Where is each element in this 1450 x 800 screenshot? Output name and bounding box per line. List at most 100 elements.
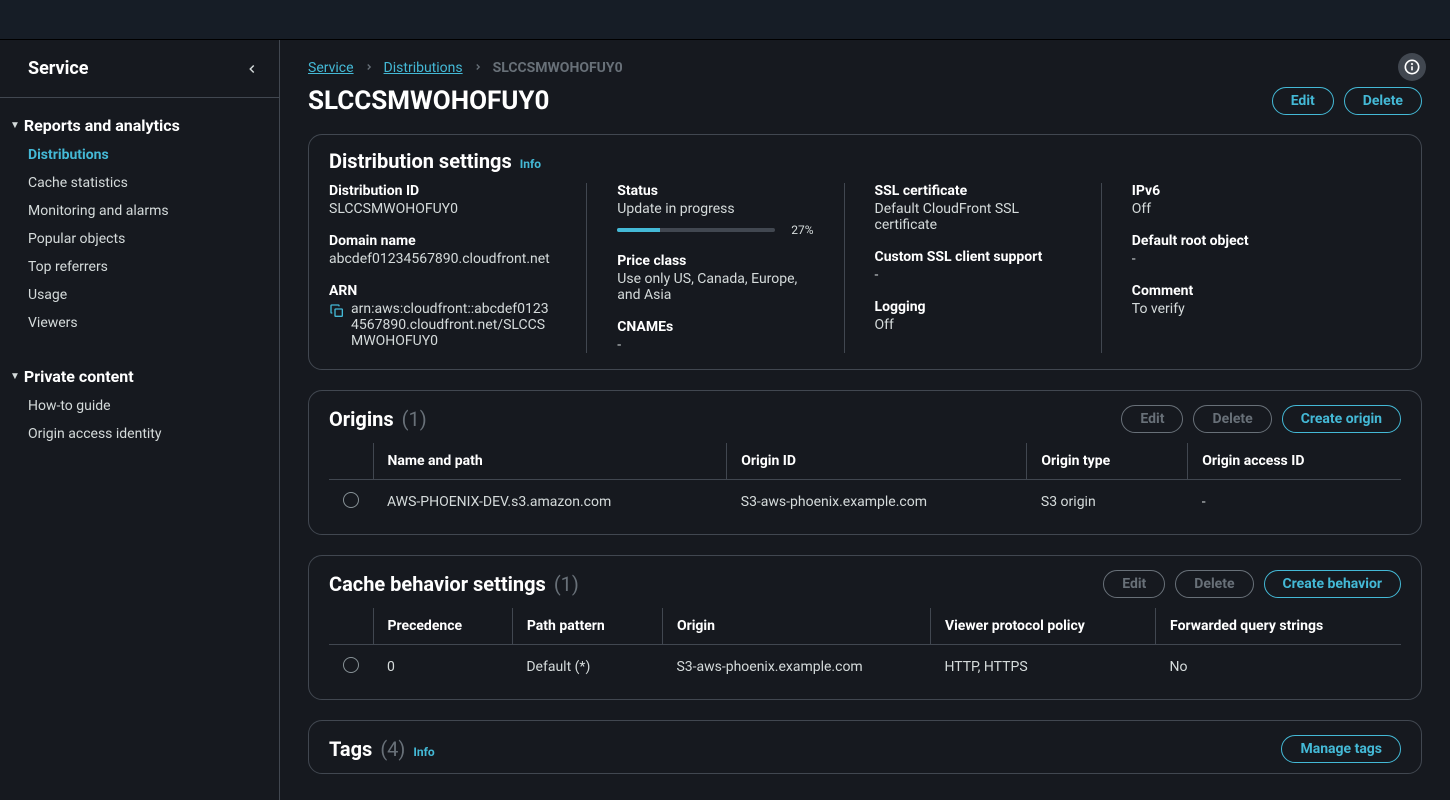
origins-delete-button[interactable]: Delete — [1193, 405, 1271, 433]
field-label: SSL certificate — [875, 183, 1071, 199]
th-viewer-policy: Viewer protocol policy — [930, 608, 1155, 645]
chevron-left-icon[interactable] — [245, 62, 259, 76]
panel-title-text: Origins — [329, 407, 394, 431]
sidebar-item-origin-access-identity[interactable]: Origin access identity — [0, 420, 279, 448]
cell-origin-type: S3 origin — [1027, 480, 1188, 525]
main-content: Service Distributions SLCCSMWOHOFUY0 SLC… — [280, 40, 1450, 800]
table-row[interactable]: 0 Default (*) S3-aws-phoenix.example.com… — [329, 645, 1401, 690]
logging-value: Off — [875, 317, 1071, 333]
breadcrumb-current: SLCCSMWOHOFUY0 — [493, 60, 623, 76]
field-label: Domain name — [329, 233, 556, 249]
sidebar-section-private: ▼ Private content How-to guide Origin ac… — [0, 349, 279, 460]
progress-bar — [617, 228, 775, 232]
info-icon[interactable] — [1398, 53, 1426, 81]
th-origin-type: Origin type — [1027, 443, 1188, 480]
panel-count: (1) — [554, 572, 579, 596]
sidebar-item-distributions[interactable]: Distributions — [0, 141, 279, 169]
breadcrumb-link-service[interactable]: Service — [308, 60, 354, 76]
info-link[interactable]: Info — [520, 157, 541, 171]
field-label: Price class — [617, 253, 813, 269]
sidebar-section-reports: ▼ Reports and analytics Distributions Ca… — [0, 98, 279, 349]
comment-value: To verify — [1132, 301, 1371, 317]
tags-panel: Tags (4) Info Manage tags — [308, 720, 1422, 774]
cache-delete-button[interactable]: Delete — [1175, 570, 1253, 598]
origins-panel: Origins (1) Edit Delete Create origin Na… — [308, 390, 1422, 535]
field-label: Status — [617, 183, 813, 199]
th-path-pattern: Path pattern — [512, 608, 662, 645]
cell-fwd: No — [1156, 645, 1401, 690]
field-label: Custom SSL client support — [875, 249, 1071, 265]
sidebar-section-header-private[interactable]: ▼ Private content — [0, 361, 279, 392]
panel-title-text: Tags — [329, 737, 372, 761]
th-origin: Origin — [662, 608, 930, 645]
panel-title: Cache behavior settings (1) — [329, 572, 579, 596]
cache-edit-button[interactable]: Edit — [1103, 570, 1165, 598]
th-precedence: Precedence — [373, 608, 512, 645]
ipv6-value: Off — [1132, 201, 1371, 217]
progress-percent: 27% — [791, 223, 813, 237]
page-title: SLCCSMWOHOFUY0 — [308, 86, 549, 116]
cell-name: AWS-PHOENIX-DEV.s3.amazon.com — [373, 480, 727, 525]
cache-table: Precedence Path pattern Origin Viewer pr… — [329, 608, 1401, 689]
sidebar-item-popular-objects[interactable]: Popular objects — [0, 225, 279, 253]
field-label: IPv6 — [1132, 183, 1371, 199]
radio-select[interactable] — [343, 657, 359, 673]
page-header: SLCCSMWOHOFUY0 Edit Delete — [308, 86, 1422, 116]
panel-title: Origins (1) — [329, 407, 427, 431]
th-fwd-query: Forwarded query strings — [1156, 608, 1401, 645]
th-name-path: Name and path — [373, 443, 727, 480]
sidebar-item-usage[interactable]: Usage — [0, 281, 279, 309]
sidebar-item-monitoring[interactable]: Monitoring and alarms — [0, 197, 279, 225]
create-origin-button[interactable]: Create origin — [1282, 405, 1401, 433]
arn-value: arn:aws:cloudfront::abcdef01234567890.cl… — [351, 301, 556, 349]
panel-title: Tags (4) Info — [329, 737, 435, 761]
panel-title-text: Distribution settings — [329, 149, 512, 173]
edit-button[interactable]: Edit — [1272, 87, 1334, 115]
sidebar-title: Service — [28, 58, 89, 79]
domain-name-value: abcdef01234567890.cloudfront.net — [329, 251, 556, 267]
panel-title: Distribution settings Info — [329, 149, 541, 173]
manage-tags-button[interactable]: Manage tags — [1281, 735, 1401, 763]
panel-count: (4) — [380, 737, 405, 761]
distribution-settings-panel: Distribution settings Info Distribution … — [308, 134, 1422, 370]
price-class-value: Use only US, Canada, Europe, and Asia — [617, 271, 813, 303]
sidebar-item-how-to-guide[interactable]: How-to guide — [0, 392, 279, 420]
field-label: Logging — [875, 299, 1071, 315]
cnames-value: - — [617, 337, 813, 353]
sidebar-item-viewers[interactable]: Viewers — [0, 309, 279, 337]
copy-icon[interactable] — [329, 303, 345, 319]
breadcrumb-link-distributions[interactable]: Distributions — [384, 60, 463, 76]
cache-behavior-panel: Cache behavior settings (1) Edit Delete … — [308, 555, 1422, 700]
chevron-right-icon — [473, 61, 483, 75]
sidebar-section-label: Private content — [24, 367, 134, 386]
origins-edit-button[interactable]: Edit — [1121, 405, 1183, 433]
caret-down-icon: ▼ — [10, 371, 20, 382]
custom-ssl-value: - — [875, 267, 1071, 283]
cell-pattern: Default (*) — [512, 645, 662, 690]
sidebar-section-label: Reports and analytics — [24, 116, 180, 135]
ssl-value: Default CloudFront SSL certificate — [875, 201, 1071, 233]
caret-down-icon: ▼ — [10, 120, 20, 131]
radio-select[interactable] — [343, 492, 359, 508]
table-row[interactable]: AWS-PHOENIX-DEV.s3.amazon.com S3-aws-pho… — [329, 480, 1401, 525]
sidebar-item-cache-statistics[interactable]: Cache statistics — [0, 169, 279, 197]
cell-origin-id: S3-aws-phoenix.example.com — [727, 480, 1027, 525]
delete-button[interactable]: Delete — [1344, 87, 1422, 115]
cell-precedence: 0 — [373, 645, 512, 690]
info-link[interactable]: Info — [413, 745, 434, 759]
create-behavior-button[interactable]: Create behavior — [1264, 570, 1401, 598]
breadcrumb: Service Distributions SLCCSMWOHOFUY0 — [308, 60, 1422, 76]
sidebar-section-header-reports[interactable]: ▼ Reports and analytics — [0, 110, 279, 141]
status-value: Update in progress — [617, 201, 813, 217]
field-label: ARN — [329, 283, 556, 299]
field-label: CNAMEs — [617, 319, 813, 335]
field-label: Comment — [1132, 283, 1371, 299]
sidebar: Service ▼ Reports and analytics Distribu… — [0, 40, 280, 800]
sidebar-item-top-referrers[interactable]: Top referrers — [0, 253, 279, 281]
field-label: Default root object — [1132, 233, 1371, 249]
th-origin-id: Origin ID — [727, 443, 1027, 480]
cell-policy: HTTP, HTTPS — [930, 645, 1155, 690]
panel-count: (1) — [402, 407, 427, 431]
panel-title-text: Cache behavior settings — [329, 572, 546, 596]
chevron-right-icon — [364, 61, 374, 75]
